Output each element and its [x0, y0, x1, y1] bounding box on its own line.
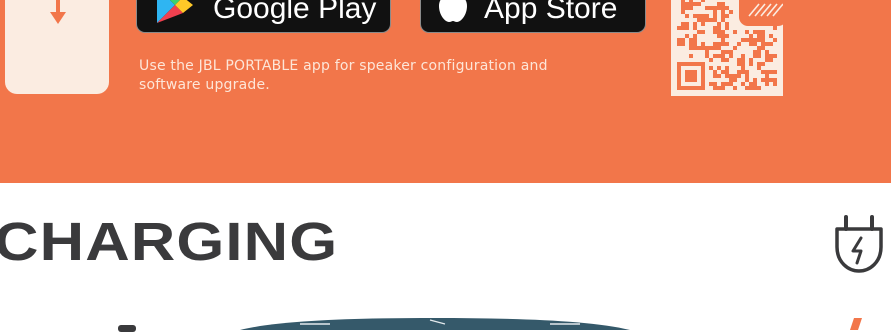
qr-code-icon [677, 0, 783, 90]
app-store-label: App Store [484, 0, 618, 25]
accent-mark [850, 318, 862, 330]
google-play-label: Google Play [213, 0, 377, 25]
divider-mark [118, 325, 136, 332]
plug-bolt-icon [835, 215, 883, 273]
google-play-button[interactable]: Google Play [136, 0, 391, 33]
app-store-button[interactable]: App Store [420, 0, 646, 33]
app-description: Use the JBL PORTABLE app for speaker con… [139, 58, 548, 93]
download-arrow-icon [50, 0, 66, 24]
speaker-image [240, 318, 630, 330]
google-play-icon [157, 0, 193, 23]
download-card [5, 0, 109, 94]
apple-icon [439, 0, 467, 22]
qr-code [671, 0, 783, 96]
app-download-band: Google Play App Store Use the JBL PORTAB… [0, 0, 891, 183]
charging-heading: CHARGING [0, 212, 339, 272]
